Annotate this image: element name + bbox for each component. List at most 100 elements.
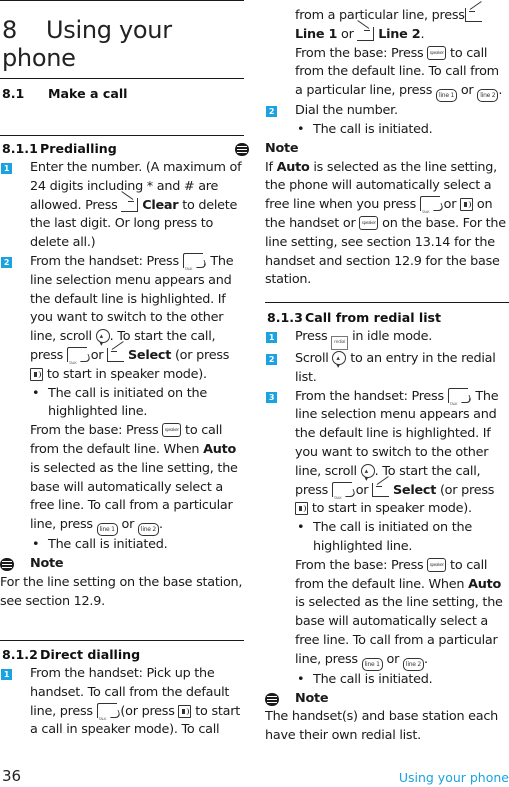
speaker-base-key-icon: speaker: [359, 215, 379, 230]
subsection-heading-direct: 8.1.2 Direct dialling: [2, 647, 140, 662]
step-text: to start in speaker mode).: [308, 501, 472, 517]
step-text: (or press: [436, 482, 495, 498]
talk-key-icon: [66, 346, 87, 373]
step-text: Dial the number.: [295, 103, 398, 119]
subsection-title: Predialling: [40, 141, 117, 156]
base-text: or: [117, 517, 138, 533]
base-text: .: [423, 651, 428, 667]
note-icon: [0, 557, 14, 571]
step-badge: 1: [1, 669, 12, 680]
step-text: From the handset: Press: [30, 253, 183, 269]
speaker-key-icon: [295, 502, 308, 516]
base-text: or: [382, 651, 403, 667]
base-text: From the base: Press: [295, 45, 428, 61]
talk-key-icon: [419, 196, 440, 222]
subsection-title: Direct dialling: [40, 647, 141, 662]
left-soft-key-icon: [121, 197, 139, 212]
navigation-key-icon: [360, 462, 375, 489]
line2-key-icon: line 2: [477, 89, 499, 103]
step-2: 2 Dial the number.: [265, 102, 509, 121]
redial-key-icon: redial: [331, 336, 349, 350]
bullet-text: The call is initiated.: [48, 537, 168, 553]
note-heading: Note: [0, 555, 244, 574]
subsection-heading-predialling: 8.1.1 Predialling: [2, 141, 117, 156]
bullet-item: • The call is initiated.: [265, 671, 509, 690]
navigation-key-icon: [95, 327, 110, 354]
base-text: .: [158, 517, 163, 533]
bullet-item: • The call is initiated on the highlighte…: [0, 385, 244, 423]
step-text: (or press: [171, 347, 230, 363]
talk-key-icon: [96, 702, 117, 728]
right-soft-key-icon: [107, 347, 125, 362]
subsection-title: Call from redial list: [305, 310, 442, 325]
note-icon: [235, 142, 249, 156]
redial-content: 1 Press redial in idle mode. 2 Scroll to…: [265, 328, 509, 746]
speaker-key-icon: [178, 704, 192, 718]
line2-key-icon: line 2: [137, 523, 159, 537]
direct-continued: from a particular line, press Line 1 or …: [265, 7, 509, 45]
subsection-rule: [0, 640, 244, 641]
note-text: or: [439, 197, 461, 213]
talk-key-icon: [182, 252, 203, 279]
line1-key-icon: line 1: [96, 523, 118, 537]
step-text: or: [351, 482, 373, 498]
speaker-base-key-icon: speaker: [427, 557, 447, 572]
step-text: or: [337, 26, 358, 42]
section-heading: 8.1 Make a call: [2, 86, 127, 101]
note-body: The handset(s) and base station each hav…: [265, 709, 499, 744]
step-text: From the handset: Press: [295, 388, 448, 404]
step-2: 2 Scroll to an entry in the redial list.: [265, 349, 509, 388]
chapter-heading: 8 Using your phone: [2, 16, 244, 72]
speaker-base-key-icon: speaker: [162, 423, 182, 438]
step-badge: 1: [1, 163, 12, 174]
right-soft-key-icon: [464, 8, 482, 22]
step-badge: 3: [266, 391, 277, 403]
section-title: Make a call: [48, 86, 128, 101]
bullet-item: • The call is initiated.: [0, 536, 244, 555]
step-1: 1 Press redial in idle mode.: [265, 328, 509, 350]
direct-content-part2: from a particular line, press Line 1 or …: [235, 7, 509, 290]
step-1: 1 From the handset: Pick up the handset.…: [0, 665, 244, 740]
subsection-heading-redial: 8.1.3 Call from redial list: [267, 310, 441, 325]
subsection-rule: [0, 135, 244, 136]
select-label: Select: [392, 482, 437, 498]
note-title: Note: [295, 690, 329, 706]
line2-key-icon: line 2: [402, 657, 424, 671]
bullet-item: • The call is initiated on the highlighte…: [265, 519, 509, 557]
subsection-number: 8.1.3: [267, 310, 303, 325]
step-text: in idle mode.: [348, 329, 433, 344]
bullet-text: The call is initiated.: [313, 671, 433, 687]
subsection-number: 8.1.1: [2, 141, 38, 156]
chapter-number: 8: [2, 16, 17, 44]
subsection-rule: [265, 302, 509, 303]
auto-label: Auto: [276, 159, 310, 175]
line2-label: Line 2: [378, 26, 421, 42]
step-1: 1 Enter the number. (A maximum of 24 dig…: [0, 159, 244, 253]
line1-key-icon: line 1: [361, 657, 383, 671]
step-3: 3 From the handset: Press . The line sel…: [265, 387, 509, 520]
note-text: If: [265, 159, 277, 175]
step-text: Press: [295, 329, 332, 344]
step-badge: 2: [1, 256, 12, 268]
base-instructions: From the base: Press speaker to call fro…: [265, 45, 509, 103]
talk-key-icon: [447, 387, 468, 413]
page-number: 36: [2, 767, 22, 785]
step-text: Scroll: [295, 351, 333, 366]
bullet-dot: •: [32, 537, 40, 553]
direct-content-part1: 1 From the handset: Pick up the handset.…: [0, 665, 244, 740]
bullet-item: • The call is initiated.: [265, 121, 509, 140]
base-instructions: From the base: Press speaker to call fro…: [0, 422, 244, 537]
base-text: From the base: Press: [30, 423, 163, 439]
step-text: or: [86, 347, 108, 363]
section-rule: [0, 78, 244, 79]
top-rule: [0, 0, 244, 1]
clear-label: Clear: [142, 197, 179, 213]
note-heading: Note: [235, 140, 509, 159]
step-text: .: [420, 26, 425, 42]
note-icon: [265, 692, 279, 706]
note-title: Note: [265, 140, 299, 156]
step-badge: 1: [266, 332, 277, 343]
talk-key-icon: [331, 481, 352, 507]
base-text: From the base: Press: [295, 557, 428, 573]
predialling-content: 1 Enter the number. (A maximum of 24 dig…: [0, 159, 244, 611]
